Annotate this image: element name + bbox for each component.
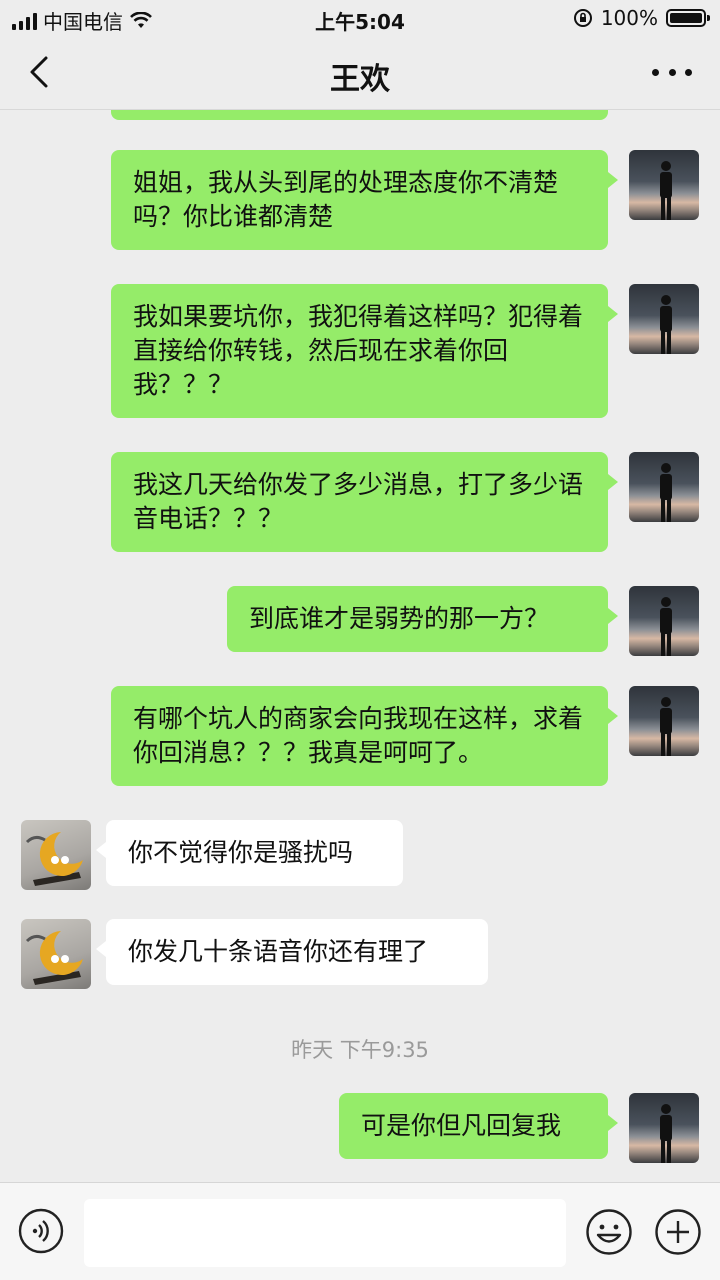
message-text: 我这几天给你发了多少消息，打了多少语音电话？？？ [133,470,584,533]
status-right: 100% [573,6,710,30]
battery-icon [666,9,710,27]
message-text: 到底谁才是弱势的那一方？ [249,604,550,633]
chat-area[interactable]: 姐姐，我从头到尾的处理态度你不清楚吗？你比谁都清楚 我如果要坑你，我犯得着这样吗… [0,110,720,1182]
battery-percent: 100% [600,6,658,30]
contact-avatar[interactable] [21,820,91,890]
status-bar: 中国电信 上午5:04 100% [0,0,720,36]
my-avatar[interactable] [629,1093,699,1163]
message-bubble[interactable]: 到底谁才是弱势的那一方？ [227,586,618,652]
message-bubble[interactable]: 可是你但凡回复我 [339,1093,618,1159]
message-input[interactable] [84,1199,566,1267]
message-text: 我如果要坑你，我犯得着这样吗？犯得着直接给你转钱，然后现在求着你回我？？？ [133,302,584,399]
emoji-icon[interactable] [585,1208,633,1256]
orientation-lock-icon [573,9,592,27]
my-avatar[interactable] [629,284,699,354]
my-avatar[interactable] [629,150,699,220]
my-avatar[interactable] [629,452,699,522]
message-bubble[interactable]: 我如果要坑你，我犯得着这样吗？犯得着直接给你转钱，然后现在求着你回我？？？ [111,284,618,418]
input-bar [0,1182,720,1280]
contact-avatar[interactable] [21,919,91,989]
message-text: 你发几十条语音你还有理了 [128,937,429,966]
message-text: 可是你但凡回复我 [361,1111,562,1140]
message-bubble[interactable]: 你不觉得你是骚扰吗 [96,820,403,886]
moon-icon [25,931,83,985]
my-avatar[interactable] [629,586,699,656]
plus-icon[interactable] [654,1208,702,1256]
partial-message-bubble [111,110,608,120]
more-icon[interactable] [652,58,692,86]
message-bubble[interactable]: 你发几十条语音你还有理了 [96,919,488,985]
voice-icon[interactable] [18,1208,64,1254]
chat-title: 王欢 [330,62,390,97]
nav-bar: 王欢 [0,36,720,110]
message-timestamp: 昨天 下午9:35 [291,1038,429,1062]
message-text: 你不觉得你是骚扰吗 [128,838,354,867]
moon-icon [25,832,83,886]
my-avatar[interactable] [629,686,699,756]
message-bubble[interactable]: 我这几天给你发了多少消息，打了多少语音电话？？？ [111,452,618,552]
message-bubble[interactable]: 有哪个坑人的商家会向我现在这样，求着你回消息？？？我真是呵呵了。 [111,686,618,786]
message-text: 有哪个坑人的商家会向我现在这样，求着你回消息？？？我真是呵呵了。 [133,704,584,767]
message-text: 姐姐，我从头到尾的处理态度你不清楚吗？你比谁都清楚 [133,168,559,231]
message-bubble[interactable]: 姐姐，我从头到尾的处理态度你不清楚吗？你比谁都清楚 [111,150,618,250]
